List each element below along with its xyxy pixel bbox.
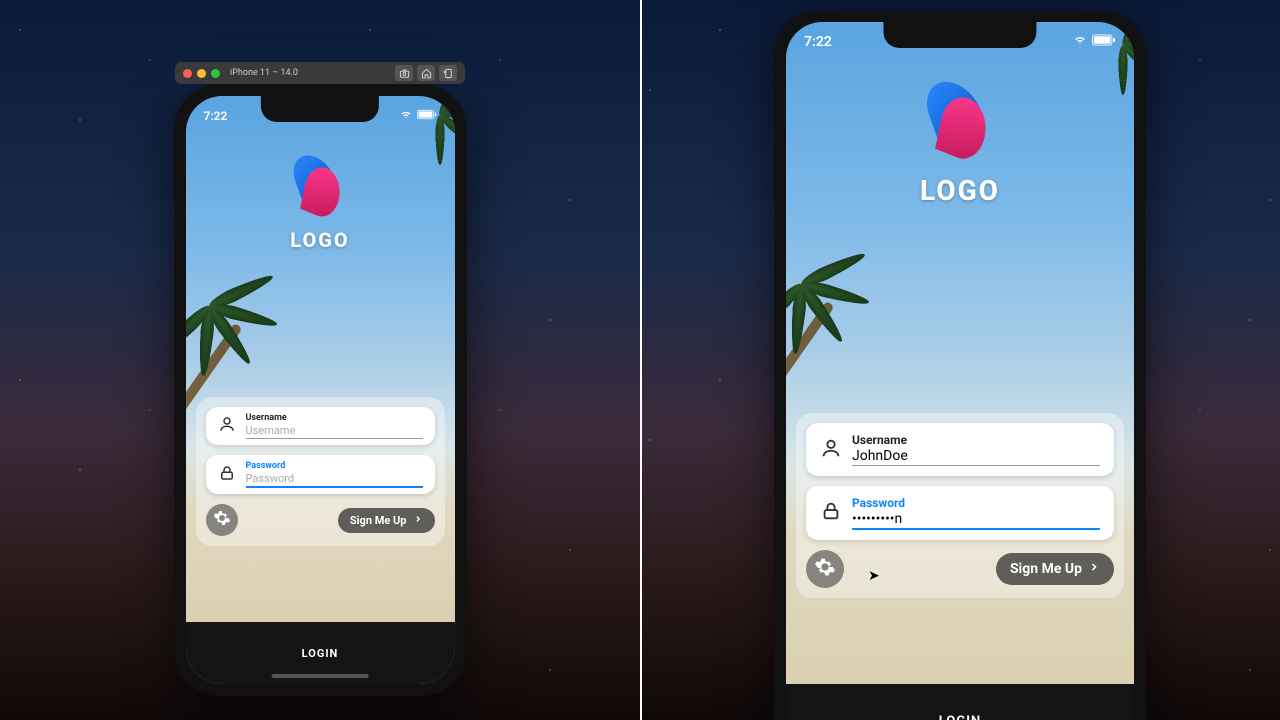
signup-button[interactable]: Sign Me Up (996, 553, 1114, 585)
wifi-icon (399, 109, 413, 123)
simulator-title: iPhone 11 – 14.0 (230, 68, 298, 78)
settings-button[interactable] (206, 504, 238, 536)
username-field[interactable]: Username (206, 407, 435, 445)
username-input[interactable] (852, 447, 1100, 466)
password-input[interactable] (852, 510, 1100, 530)
login-button[interactable]: LOGIN (786, 684, 1134, 720)
simulator-titlebar: iPhone 11 – 14.0 (175, 62, 465, 84)
app-logo-text: LOGO (290, 228, 349, 252)
signup-button[interactable]: Sign Me Up (338, 508, 435, 533)
wifi-icon (1072, 34, 1088, 50)
login-label: LOGIN (939, 714, 981, 720)
user-icon (218, 415, 236, 437)
password-field[interactable]: Password (206, 455, 435, 494)
home-icon[interactable] (417, 65, 435, 81)
username-label: Username (852, 433, 1100, 447)
password-input[interactable] (246, 471, 423, 488)
window-close-button[interactable] (183, 69, 192, 78)
gear-icon (213, 509, 231, 531)
password-label: Password (246, 461, 423, 471)
mouse-cursor-icon: ➤ (868, 568, 880, 584)
login-button[interactable]: LOGIN (186, 622, 455, 684)
login-label: LOGIN (302, 647, 339, 660)
panel-divider (640, 0, 642, 720)
status-time: 7:22 (804, 34, 832, 50)
phone-frame-right: 7:22 LOGO (774, 10, 1146, 720)
app-logo-icon (290, 150, 350, 220)
settings-button[interactable] (806, 550, 844, 588)
gear-icon (814, 556, 836, 582)
screenshot-icon[interactable] (395, 65, 413, 81)
phone-frame-left: 7:22 LOGO (174, 84, 467, 696)
rotate-icon[interactable] (439, 65, 457, 81)
login-form-card: Username Password (796, 413, 1124, 598)
window-minimize-button[interactable] (197, 69, 206, 78)
username-field[interactable]: Username (806, 423, 1114, 476)
login-form-card: Username Password (196, 397, 445, 546)
chevron-right-icon (413, 514, 423, 527)
home-indicator (272, 674, 369, 678)
signup-label: Sign Me Up (1010, 561, 1082, 577)
battery-icon (1092, 34, 1116, 50)
username-label: Username (246, 413, 423, 423)
app-logo-icon (922, 76, 998, 166)
password-label: Password (852, 496, 1100, 510)
lock-icon (218, 464, 236, 486)
window-zoom-button[interactable] (211, 69, 220, 78)
chevron-right-icon (1088, 561, 1100, 577)
status-time: 7:22 (204, 109, 228, 123)
battery-icon (417, 109, 437, 123)
user-icon (820, 437, 842, 463)
signup-label: Sign Me Up (350, 514, 407, 527)
password-field[interactable]: Password (806, 486, 1114, 540)
app-logo-text: LOGO (920, 174, 1000, 207)
username-input[interactable] (246, 423, 423, 439)
lock-icon (820, 500, 842, 526)
